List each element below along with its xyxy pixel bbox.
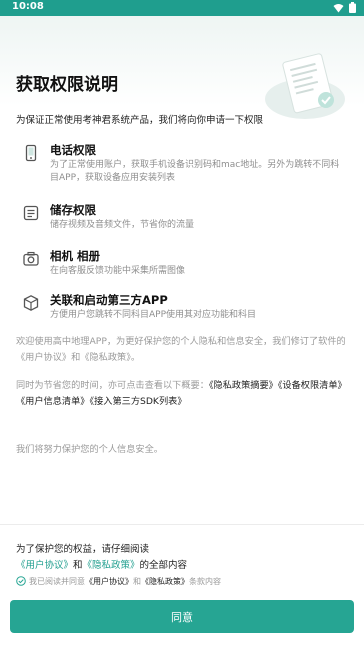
permission-item-storage: 储存权限 储存视频及音频文件，节省你的流量 — [22, 202, 342, 238]
status-time: 10:08 — [12, 1, 44, 12]
document-illustration — [265, 53, 345, 119]
consent-user-agreement-link[interactable]: 《用户协议》 — [85, 576, 133, 587]
permission-screen: 获取权限说明 为保证正常使用考神君系统产品，我们将向你申请一下权限 电话权限 为… — [0, 16, 364, 649]
agree-button[interactable]: 同意 — [10, 600, 354, 633]
wifi-icon — [333, 3, 344, 12]
permission-desc: 方便用户您跳转不同科目APP使用其对应功能和科目 — [50, 310, 257, 320]
consent-privacy-policy-link[interactable]: 《隐私政策》 — [141, 576, 189, 587]
intro-text: 为保证正常使用考神君系统产品，我们将向你申请一下权限 — [16, 115, 264, 126]
summary-paragraph: 同时为节省您的时间，亦可点击查看以下概要：《隐私政策摘要》《设备权限清单》 《用… — [16, 378, 348, 410]
consent-panel: 为了保护您的权益，请仔细阅读 《用户协议》和《隐私政策》的全部内容 我已阅读并同… — [0, 524, 364, 649]
camera-icon — [23, 251, 39, 266]
permission-desc: 储存视频及音频文件，节省你的流量 — [50, 220, 195, 230]
closing-paragraph: 我们将努力保护您的个人信息安全。 — [16, 444, 163, 455]
permission-title: 相机 相册 — [50, 249, 101, 263]
battery-icon — [349, 2, 356, 13]
agreement-links-line: 《用户协议》和《隐私政策》的全部内容 — [16, 557, 187, 571]
privacy-paragraph: 欢迎使用高中地理APP，为更好保护您的个人隐私和信息安全，我们修订了软件的《用户… — [16, 336, 346, 363]
permission-title: 储存权限 — [50, 203, 96, 217]
permission-item-phone: 电话权限 为了正常使用账户，获取手机设备识别码和mac地址。另外为跳转不同科目A… — [22, 142, 342, 192]
full-content-text: 的全部内容 — [139, 560, 188, 571]
permission-title: 关联和启动第三方APP — [50, 293, 168, 307]
consent-checkbox-row[interactable]: 我已阅读并同意 《用户协议》和《隐私政策》 条款内容 — [16, 575, 221, 587]
consent-and-text: 和 — [133, 576, 141, 586]
permission-desc: 在向客服反馈功能中采集所需图像 — [50, 266, 186, 276]
permission-item-camera: 相机 相册 在向客服反馈功能中采集所需图像 — [22, 248, 342, 284]
phone-icon — [25, 144, 37, 162]
summary-links-line1[interactable]: 《隐私政策摘要》《设备权限清单》 — [209, 380, 347, 391]
consent-prefix: 我已阅读并同意 — [29, 576, 85, 586]
cube-icon — [23, 295, 39, 311]
user-agreement-link[interactable]: 《用户协议》 — [16, 560, 73, 571]
read-carefully-text: 为了保护您的权益，请仔细阅读 — [16, 544, 150, 555]
privacy-policy-link[interactable]: 《隐私政策》 — [83, 560, 140, 571]
status-icons — [333, 2, 356, 13]
check-circle-icon[interactable] — [16, 576, 26, 586]
permission-desc: 为了正常使用账户，获取手机设备识别码和mac地址。另外为跳转不同科目APP，获取… — [50, 160, 340, 183]
storage-icon — [23, 205, 39, 221]
summary-prefix: 同时为节省您的时间，亦可点击查看以下概要： — [16, 380, 209, 391]
page-title: 获取权限说明 — [16, 75, 118, 95]
permission-item-third-party: 关联和启动第三方APP 方便用户您跳转不同科目APP使用其对应功能和科目 — [22, 292, 342, 328]
status-bar: 10:08 — [0, 0, 364, 16]
consent-suffix: 条款内容 — [189, 576, 221, 586]
permission-title: 电话权限 — [50, 143, 96, 157]
and-text: 和 — [73, 560, 83, 571]
summary-links-line2[interactable]: 《用户信息清单》《接入第三方SDK列表》 — [16, 396, 187, 407]
